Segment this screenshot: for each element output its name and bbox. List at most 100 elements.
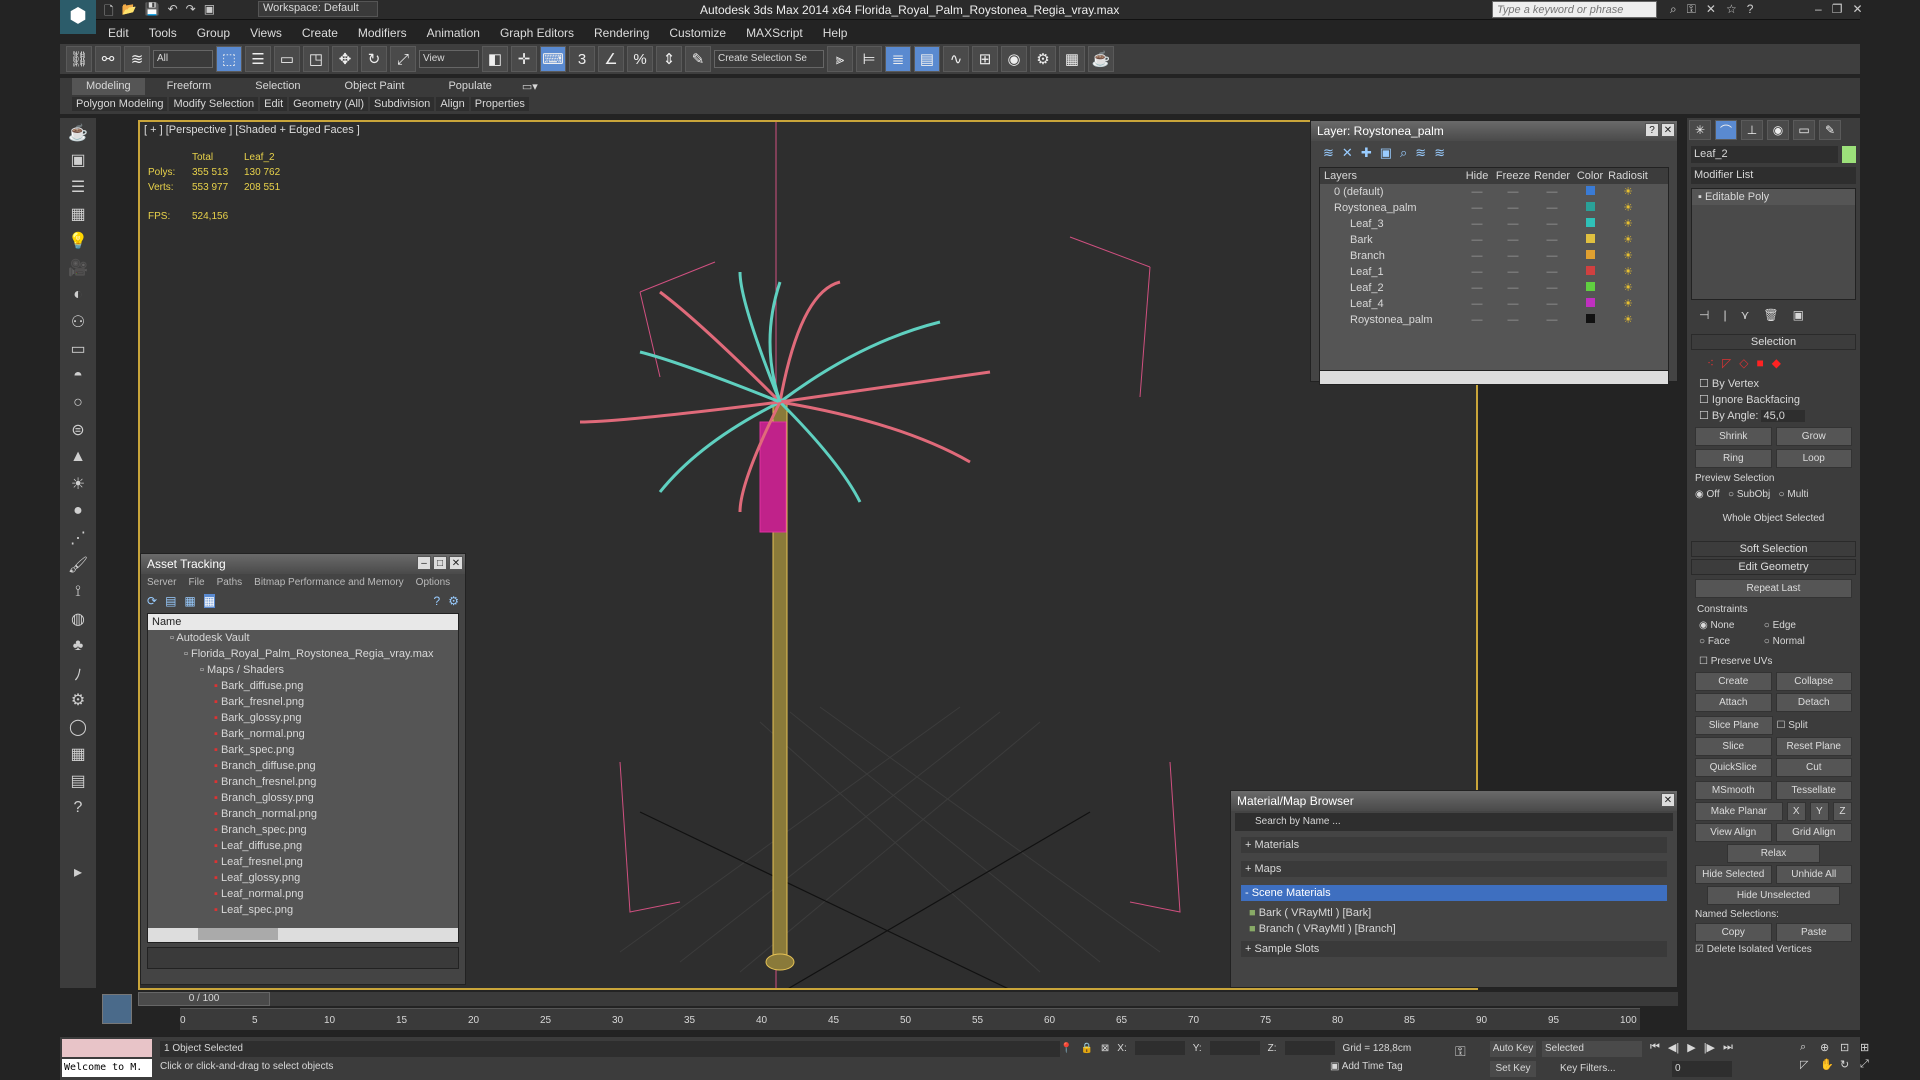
edit-named-sel-icon[interactable]: ✎ (685, 46, 711, 72)
object-name-field[interactable]: Leaf_2 (1691, 146, 1838, 163)
at-menu-bitmap[interactable]: Bitmap Performance and Memory (254, 577, 404, 588)
ribbon-edit[interactable]: Edit (260, 97, 288, 111)
constraint-edge-radio[interactable]: ○ Edge (1764, 620, 1796, 631)
ribbon-tab-selection[interactable]: Selection (233, 78, 322, 95)
at-menu-paths[interactable]: Paths (217, 577, 243, 588)
teapot-icon[interactable]: ☕ (63, 121, 93, 145)
layer-render-toggle[interactable]: — (1532, 264, 1572, 280)
layer-render-toggle[interactable]: — (1532, 232, 1572, 248)
orbit-icon[interactable]: ↻ (1840, 1058, 1856, 1071)
copy-button[interactable]: Copy (1695, 923, 1772, 942)
layer-row[interactable]: Roystonea_palm — — — ☀ (1320, 312, 1668, 328)
layer-row[interactable]: Leaf_4— — — ☀ (1320, 296, 1668, 312)
layer-radiosity-icon[interactable]: ☀ (1608, 216, 1648, 232)
table-icon[interactable]: ▦ (63, 202, 93, 226)
freeze-all-icon[interactable]: ≋ (1434, 145, 1445, 161)
ribbon-properties[interactable]: Properties (470, 97, 529, 111)
curve-editor-icon[interactable]: ∿ (943, 46, 969, 72)
cut-button[interactable]: Cut (1775, 758, 1852, 777)
helper-icon[interactable]: ◐ (63, 283, 93, 307)
layer-freeze-toggle[interactable]: — (1494, 200, 1532, 216)
reset-plane-button[interactable]: Reset Plane (1775, 737, 1852, 756)
make-unique-icon[interactable]: ⋎ (1741, 308, 1750, 322)
shrink-button[interactable]: Shrink (1695, 427, 1772, 446)
key-icon[interactable]: ⚿ (1455, 1043, 1466, 1060)
at-menu-server[interactable]: Server (147, 577, 176, 588)
exchange-icon[interactable]: ✕ (1706, 2, 1716, 17)
cone-icon[interactable]: ▲ (63, 445, 93, 469)
at-menu-file[interactable]: File (188, 577, 204, 588)
layer-row[interactable]: Leaf_3— — — ☀ (1320, 216, 1668, 232)
menu-modifiers[interactable]: Modifiers (358, 26, 407, 40)
col-color[interactable]: Color (1572, 168, 1608, 184)
named-selection-set[interactable]: Create Selection Se (714, 50, 824, 68)
keyboard-shortcut-icon[interactable]: ⌨ (540, 46, 566, 72)
open-icon[interactable]: 📂 (122, 2, 137, 23)
angle-spinner[interactable]: 45,0 (1761, 410, 1805, 422)
sun-icon[interactable]: ☀ (63, 472, 93, 496)
at-file-row[interactable]: ▪ Leaf_fresnel.png (148, 854, 458, 870)
camera-icon[interactable]: 🎥 (63, 256, 93, 280)
layer-hide-toggle[interactable]: — (1460, 312, 1494, 328)
render-icon[interactable]: ☕ (1088, 46, 1114, 72)
layer-freeze-toggle[interactable]: — (1494, 216, 1532, 232)
highlight-icon[interactable]: ⌕ (1400, 145, 1407, 161)
layer-radiosity-icon[interactable]: ☀ (1608, 200, 1648, 216)
material-editor-icon[interactable]: ◉ (1001, 46, 1027, 72)
zoom-extents-icon[interactable]: ⊡ (1840, 1041, 1856, 1054)
restore-icon[interactable]: ❐ (1832, 2, 1843, 16)
layer-freeze-toggle[interactable]: — (1494, 312, 1532, 328)
layer-render-toggle[interactable]: — (1532, 312, 1572, 328)
layer-freeze-toggle[interactable]: — (1494, 264, 1532, 280)
layer-radiosity-icon[interactable]: ☀ (1608, 312, 1648, 328)
at-file-row[interactable]: ▪ Bark_diffuse.png (148, 678, 458, 694)
lock-icon[interactable]: 🔒 (1080, 1043, 1092, 1054)
layer-freeze-toggle[interactable]: — (1494, 184, 1532, 200)
msmooth-button[interactable]: MSmooth (1695, 781, 1772, 800)
ring-button[interactable]: Ring (1695, 449, 1772, 468)
col-freeze[interactable]: Freeze (1494, 168, 1532, 184)
help-icon[interactable]: ? (1747, 2, 1754, 17)
add-to-layer-icon[interactable]: ✚ (1361, 145, 1372, 161)
unlink-icon[interactable]: ⚯ (95, 46, 121, 72)
at-file-row[interactable]: ▪ Branch_spec.png (148, 822, 458, 838)
ribbon-align[interactable]: Align (436, 97, 469, 111)
rect-selection-icon[interactable]: ▭ (274, 46, 300, 72)
modifier-list-dropdown[interactable]: Modifier List (1691, 167, 1856, 184)
layer-render-toggle[interactable]: — (1532, 184, 1572, 200)
menu-animation[interactable]: Animation (427, 26, 480, 40)
globe-icon[interactable]: ◍ (63, 607, 93, 631)
close-icon[interactable]: ✕ (449, 556, 463, 570)
layer-hide-toggle[interactable]: — (1460, 264, 1494, 280)
key-mode-icon[interactable] (102, 994, 132, 1024)
layer-row[interactable]: Branch — — — ☀ (1320, 248, 1668, 264)
at-menu-options[interactable]: Options (416, 577, 450, 588)
go-end-icon[interactable]: ⏭ (1723, 1041, 1733, 1054)
layer-color-swatch[interactable] (1572, 280, 1608, 296)
table-view-icon[interactable]: ▦ (203, 594, 216, 608)
snap-3d-icon[interactable]: 3 (569, 46, 595, 72)
key-icon[interactable]: ⚿ (1687, 2, 1696, 17)
render-setup-icon[interactable]: ⚙ (1030, 46, 1056, 72)
loop-button[interactable]: Loop (1775, 449, 1852, 468)
help-icon[interactable]: ? (1645, 123, 1659, 137)
unhide-all-button[interactable]: Unhide All (1775, 865, 1852, 884)
selection-filter[interactable]: All (153, 50, 213, 68)
edit-geometry-rollout[interactable]: Edit Geometry (1691, 559, 1856, 575)
ribbon-options-icon[interactable]: ▭▾ (514, 78, 546, 95)
vertex-mode-icon[interactable]: ⁖ (1707, 356, 1714, 370)
mb-scene-materials[interactable]: - Scene Materials (1241, 885, 1667, 901)
layer-render-toggle[interactable]: — (1532, 200, 1572, 216)
angle-snap-icon[interactable]: ∠ (598, 46, 624, 72)
layer-radiosity-icon[interactable]: ☀ (1608, 280, 1648, 296)
time-slider-thumb[interactable]: 0 / 100 (138, 992, 270, 1006)
configure-sets-icon[interactable]: ▣ (1793, 308, 1804, 322)
prev-frame-icon[interactable]: ◀| (1668, 1041, 1679, 1054)
hair-icon[interactable]: ﾉ (63, 661, 93, 685)
create-panel-icon[interactable]: ✳ (1689, 120, 1711, 140)
ribbon-tab-freeform[interactable]: Freeform (145, 78, 234, 95)
time-slider[interactable]: 0 / 100 (138, 992, 1678, 1006)
grow-button[interactable]: Grow (1775, 427, 1852, 446)
col-render[interactable]: Render (1532, 168, 1572, 184)
layer-hide-toggle[interactable]: — (1460, 232, 1494, 248)
